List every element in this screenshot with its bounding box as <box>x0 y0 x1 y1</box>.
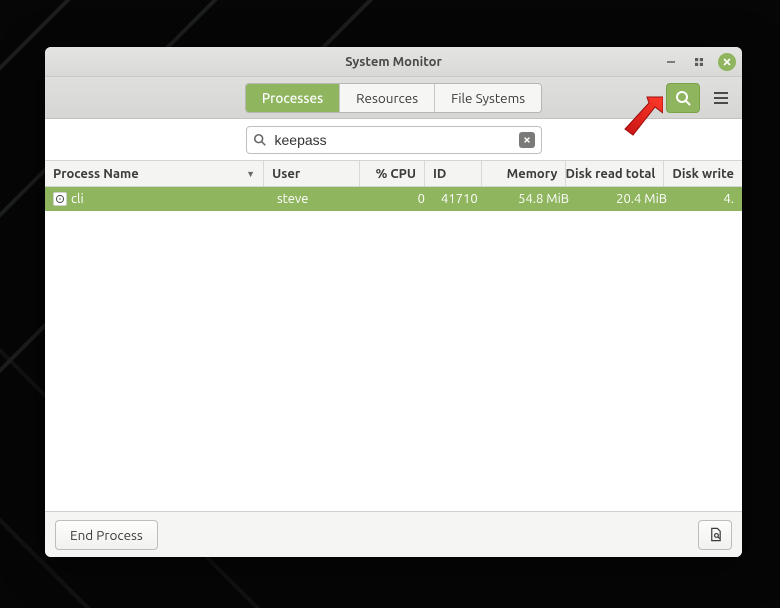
bottombar: End Process <box>45 511 742 557</box>
end-process-button[interactable]: End Process <box>55 520 158 550</box>
column-label: Process Name <box>53 167 139 181</box>
close-icon <box>722 57 732 67</box>
cell-id: 41710 <box>433 192 491 206</box>
window-controls <box>662 47 736 76</box>
column-id[interactable]: ID <box>425 161 482 186</box>
cell-process-name: cli <box>71 192 84 206</box>
view-switcher: Processes Resources File Systems <box>245 83 542 113</box>
process-properties-button[interactable] <box>698 520 732 550</box>
maximize-icon <box>694 57 704 67</box>
tab-processes[interactable]: Processes <box>246 84 340 112</box>
close-button[interactable] <box>718 53 736 71</box>
search-toggle-button[interactable] <box>666 83 700 113</box>
process-table-header: Process Name ▼ User % CPU ID Memory Disk… <box>45 161 742 187</box>
clear-icon <box>523 136 531 144</box>
system-monitor-window: System Monitor Processes Resources File … <box>45 47 742 557</box>
column-process-name[interactable]: Process Name ▼ <box>45 161 264 186</box>
cell-memory: 54.8 MiB <box>491 192 577 206</box>
cell-disk-write: 4. <box>675 192 742 206</box>
search-icon <box>253 133 267 147</box>
minimize-button[interactable] <box>662 53 680 71</box>
cell-cpu: 0 <box>367 192 433 206</box>
table-row[interactable]: cli steve 0 41710 54.8 MiB 20.4 MiB 4. <box>45 187 742 211</box>
cell-user: steve <box>269 192 367 206</box>
titlebar: System Monitor <box>45 47 742 77</box>
toolbar: Processes Resources File Systems <box>45 77 742 119</box>
cell-disk-read: 20.4 MiB <box>577 192 675 206</box>
hamburger-icon <box>714 97 728 99</box>
process-icon <box>53 192 67 206</box>
searchbar-row <box>45 119 742 161</box>
tab-resources[interactable]: Resources <box>340 84 435 112</box>
column-memory[interactable]: Memory <box>482 161 566 186</box>
searchbox <box>246 126 542 154</box>
column-cpu[interactable]: % CPU <box>360 161 425 186</box>
menu-button[interactable] <box>708 83 734 113</box>
process-table-body: cli steve 0 41710 54.8 MiB 20.4 MiB 4. <box>45 187 742 511</box>
column-disk-write[interactable]: Disk write <box>664 161 742 186</box>
search-input[interactable] <box>273 131 513 149</box>
column-user[interactable]: User <box>264 161 360 186</box>
window-title: System Monitor <box>345 55 442 69</box>
button-label: End Process <box>70 527 143 543</box>
clear-search-button[interactable] <box>519 132 535 148</box>
column-disk-read[interactable]: Disk read total <box>566 161 664 186</box>
maximize-button[interactable] <box>690 53 708 71</box>
search-icon <box>675 90 691 106</box>
minimize-icon <box>666 57 676 67</box>
tab-filesystems[interactable]: File Systems <box>435 84 541 112</box>
document-search-icon <box>708 527 723 542</box>
sort-descending-icon: ▼ <box>246 169 255 179</box>
